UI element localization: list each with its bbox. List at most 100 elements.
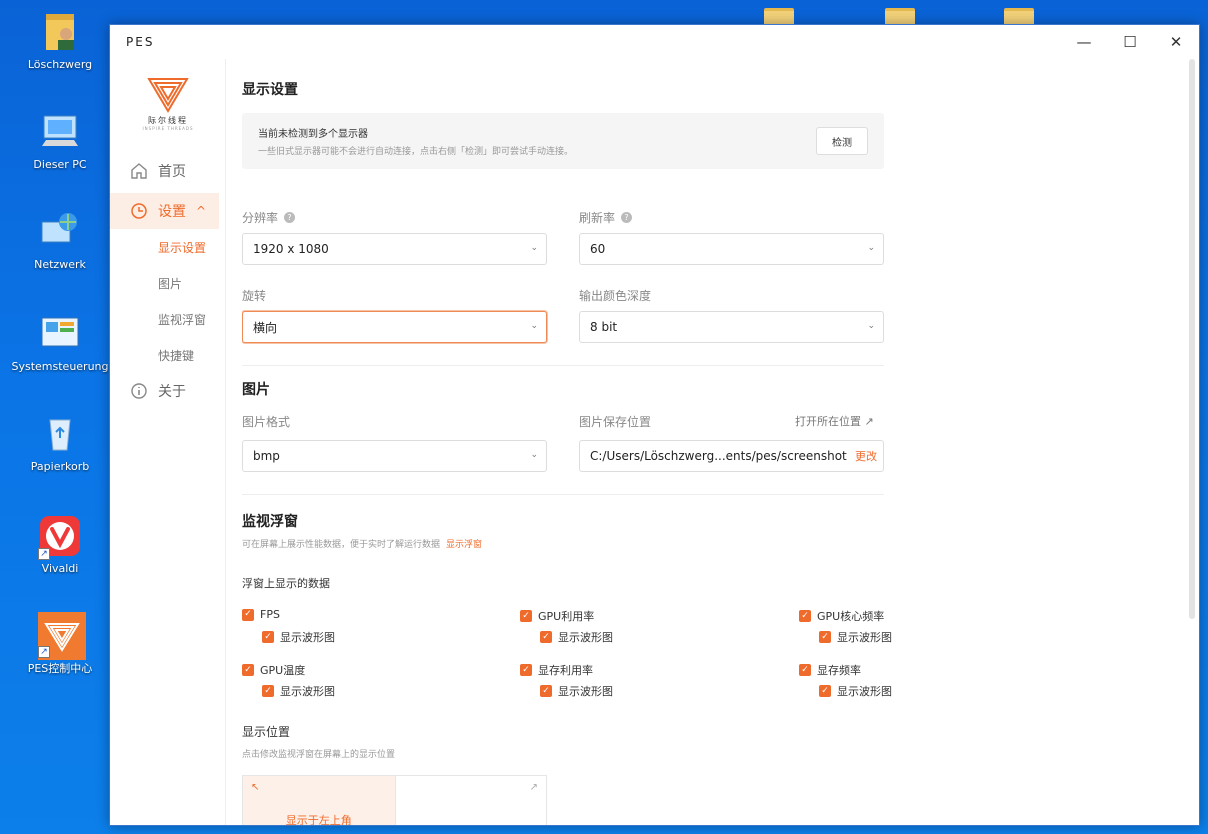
position-top-right[interactable]: ↗: [394, 776, 547, 825]
chevron-down-icon: ⌄: [530, 450, 538, 460]
checkbox-gpu-usage-waveform[interactable]: ✓ 显示波形图: [540, 629, 613, 645]
chevron-up-icon: ^: [196, 204, 207, 218]
chevron-down-icon: ⌄: [867, 321, 875, 331]
checkbox-fps-waveform[interactable]: ✓ 显示波形图: [262, 629, 335, 645]
detect-button[interactable]: 检测: [816, 127, 868, 155]
position-top-left[interactable]: ↖ 显示于左上角: [243, 776, 395, 825]
shortcut-arrow-icon: ↗: [38, 548, 50, 560]
divider: [242, 365, 884, 366]
scrollbar[interactable]: [1189, 59, 1195, 619]
minimize-button[interactable]: —: [1061, 25, 1107, 59]
section-title-monitor: 监视浮窗: [242, 514, 298, 530]
resolution-select[interactable]: 1920 x 1080 ⌄: [242, 233, 547, 265]
desktop-icon-netzwerk[interactable]: Netzwerk: [10, 210, 110, 271]
sidebar-item-image[interactable]: 图片: [110, 265, 225, 301]
refresh-rate-label: 刷新率 ?: [579, 209, 633, 226]
notice-text: 一些旧式显示器可能不会进行自动连接，点击右侧「检测」即可尝试手动连接。: [258, 147, 574, 157]
sidebar-item-shortcuts[interactable]: 快捷键: [110, 337, 225, 373]
chevron-down-icon: ⌄: [530, 321, 538, 331]
monitor-detect-notice: 当前未检测到多个显示器 一些旧式显示器可能不会进行自动连接，点击右侧「检测」即可…: [242, 113, 884, 169]
title-bar[interactable]: PES — ☐ ✕: [110, 25, 1199, 59]
check-icon: ✓: [242, 664, 254, 676]
monitor-description: 可在屏幕上展示性能数据，便于实时了解运行数据 显示浮窗: [242, 540, 483, 550]
change-path-button[interactable]: 更改: [855, 448, 877, 464]
divider: [242, 494, 884, 495]
user-folder-icon: [38, 10, 82, 54]
show-overlay-link[interactable]: 显示浮窗: [446, 540, 482, 550]
window-title: PES: [126, 35, 155, 49]
network-icon: [38, 210, 82, 254]
nav-item-settings[interactable]: 设置 ^: [110, 193, 219, 229]
checkbox-fps[interactable]: ✓ FPS: [242, 608, 280, 621]
control-panel-icon: [38, 312, 82, 356]
position-title: 显示位置: [242, 725, 291, 739]
shortcut-arrow-icon: ↗: [38, 646, 50, 658]
nav-item-home[interactable]: 首页: [110, 153, 225, 189]
checkbox-vram-clock[interactable]: ✓ 显存频率: [799, 662, 861, 678]
sidebar-item-monitor-overlay[interactable]: 监视浮窗: [110, 301, 225, 337]
brand-name: 际尔线程: [148, 116, 188, 125]
check-icon: ✓: [799, 610, 811, 622]
check-icon: ✓: [262, 631, 274, 643]
image-format-label: 图片格式: [242, 415, 291, 429]
position-description: 点击修改监视浮窗在屏幕上的显示位置: [242, 750, 396, 760]
position-picker: ↖ 显示于左上角 ↗: [242, 775, 547, 825]
desktop-icon-loeschzwerg[interactable]: Löschzwerg: [10, 10, 110, 71]
color-depth-label: 输出颜色深度: [579, 289, 652, 303]
checkbox-gpu-core-clock-waveform[interactable]: ✓ 显示波形图: [819, 629, 892, 645]
pes-app-icon: ↗: [38, 612, 86, 660]
check-icon: ✓: [262, 685, 274, 697]
section-title-image: 图片: [242, 382, 270, 398]
check-icon: ✓: [819, 685, 831, 697]
resolution-label: 分辨率 ?: [242, 209, 296, 226]
chevron-down-icon: ⌄: [867, 243, 875, 253]
check-icon: ✓: [242, 608, 254, 621]
settings-icon: [131, 203, 147, 219]
image-format-select[interactable]: bmp ⌄: [242, 440, 547, 472]
close-button[interactable]: ✕: [1153, 25, 1199, 59]
check-icon: ✓: [799, 664, 811, 676]
brand-logo-icon: [147, 78, 189, 113]
desktop-icon-vivaldi[interactable]: ↗ Vivaldi: [10, 514, 110, 575]
color-depth-select[interactable]: 8 bit ⌄: [579, 311, 884, 343]
nav-item-about[interactable]: 关于: [110, 373, 225, 409]
help-icon[interactable]: ?: [621, 212, 633, 223]
open-location-link[interactable]: 打开所在位置 ↗: [795, 413, 874, 429]
home-icon: [131, 163, 147, 179]
checkbox-gpu-temp-waveform[interactable]: ✓ 显示波形图: [262, 683, 335, 699]
desktop-icon-papierkorb[interactable]: Papierkorb: [10, 412, 110, 473]
check-icon: ✓: [520, 664, 532, 676]
check-icon: ✓: [540, 631, 552, 643]
overlay-data-title: 浮窗上显示的数据: [242, 577, 330, 590]
checkbox-vram-usage-waveform[interactable]: ✓ 显示波形图: [540, 683, 613, 699]
check-icon: ✓: [540, 685, 552, 697]
section-title-display: 显示设置: [242, 82, 298, 98]
info-icon: [131, 383, 147, 399]
sidebar: 际尔线程 INSPIRE THREADS 首页 设置 ^ 显示设置 图片 监视浮…: [110, 59, 226, 825]
vivaldi-icon: ↗: [38, 514, 82, 560]
brand-subtitle: INSPIRE THREADS: [142, 126, 194, 131]
pes-window: PES — ☐ ✕ 际尔线程 INSPIRE THREADS 首页 设置 ^ 显…: [109, 24, 1200, 826]
checkbox-vram-clock-waveform[interactable]: ✓ 显示波形图: [819, 683, 892, 699]
arrow-up-right-icon: ↗: [529, 782, 538, 793]
help-icon[interactable]: ?: [284, 212, 296, 223]
chevron-down-icon: ⌄: [530, 243, 538, 253]
recycle-bin-icon: [38, 412, 82, 456]
desktop-icon-pes[interactable]: ↗ PES控制中心: [10, 612, 110, 676]
brand-logo: 际尔线程 INSPIRE THREADS: [110, 59, 226, 147]
notice-title: 当前未检测到多个显示器: [258, 129, 368, 140]
checkbox-gpu-usage[interactable]: ✓ GPU利用率: [520, 608, 594, 624]
checkbox-gpu-core-clock[interactable]: ✓ GPU核心频率: [799, 608, 884, 624]
desktop-icon-systemsteuerung[interactable]: Systemsteuerung: [10, 312, 110, 373]
checkbox-gpu-temp[interactable]: ✓ GPU温度: [242, 662, 305, 678]
rotation-label: 旋转: [242, 289, 267, 303]
save-path-input[interactable]: C:/Users/Löschzwerg...ents/pes/screensho…: [579, 440, 884, 472]
checkbox-vram-usage[interactable]: ✓ 显存利用率: [520, 662, 593, 678]
refresh-rate-select[interactable]: 60 ⌄: [579, 233, 884, 265]
external-link-icon: ↗: [864, 415, 874, 428]
check-icon: ✓: [819, 631, 831, 643]
sidebar-item-display-settings[interactable]: 显示设置: [110, 229, 225, 265]
rotation-select[interactable]: 横向 ⌄: [242, 311, 547, 343]
maximize-button[interactable]: ☐: [1107, 25, 1153, 59]
desktop-icon-dieser-pc[interactable]: Dieser PC: [10, 110, 110, 171]
